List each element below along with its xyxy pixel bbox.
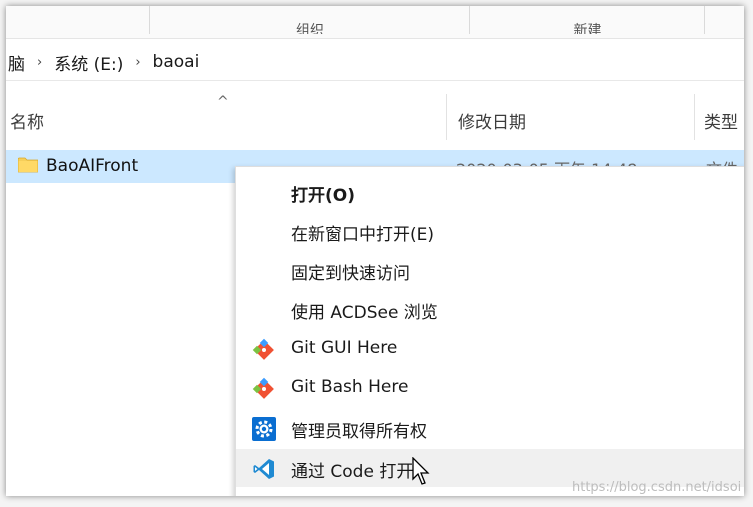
menu-item-label: 使用 ACDSee 浏览 (291, 303, 438, 323)
address-bar[interactable]: 脑 › 系统 (E:) › baoai (6, 44, 744, 81)
menu-item-label: 固定到快速访问 (291, 264, 410, 284)
vscode-icon (253, 459, 274, 479)
ribbon: 组织 新建 (6, 6, 744, 39)
file-name[interactable]: BaoAIFront (46, 156, 138, 176)
git-icon (252, 377, 274, 399)
column-name[interactable]: 名称 (10, 108, 44, 133)
cursor-icon (412, 457, 430, 485)
explorer-window: 组织 新建 脑 › 系统 (E:) › baoai ^ 名称 修改日期 类型 B… (6, 6, 744, 496)
menu-item-open[interactable]: 打开(O) (236, 173, 744, 211)
menu-item-acdsee[interactable]: 使用 ACDSee 浏览 (236, 290, 744, 328)
column-modified[interactable]: 修改日期 (458, 108, 526, 133)
menu-item-label: 通过 Code 打开 (291, 462, 414, 482)
menu-item-label: Git Bash Here (291, 377, 409, 397)
breadcrumb-root[interactable]: 脑 (8, 50, 25, 75)
ribbon-group-new-label: 新建 (573, 23, 602, 34)
menu-item-git-bash[interactable]: Git Bash Here (236, 369, 744, 407)
menu-item-take-ownership[interactable]: 管理员取得所有权 (236, 409, 744, 447)
menu-item-label: Git GUI Here (291, 338, 398, 358)
ribbon-group-organize[interactable]: 组织 (149, 6, 470, 34)
column-header: ^ 名称 修改日期 类型 (6, 94, 744, 140)
chevron-right-icon[interactable]: › (135, 55, 140, 70)
chevron-right-icon[interactable]: › (37, 55, 42, 70)
menu-item-label: 在新窗口中打开(E) (291, 225, 435, 245)
gear-icon (252, 417, 276, 441)
menu-item-open-new-window[interactable]: 在新窗口中打开(E) (236, 212, 744, 250)
column-divider[interactable] (694, 94, 695, 140)
ribbon-group-organize-label: 组织 (296, 23, 324, 34)
menu-item-git-gui[interactable]: Git GUI Here (236, 330, 744, 368)
context-menu: 打开(O) 在新窗口中打开(E) 固定到快速访问 使用 ACDSee 浏览 Gi… (235, 166, 744, 496)
breadcrumb-drive[interactable]: 系统 (E:) (54, 50, 123, 75)
column-type[interactable]: 类型 (704, 108, 738, 133)
menu-item-label: 打开(O) (291, 186, 355, 206)
menu-item-pin-quick-access[interactable]: 固定到快速访问 (236, 251, 744, 289)
sort-ascending-icon: ^ (217, 94, 229, 110)
ribbon-group-more[interactable] (704, 6, 744, 34)
breadcrumb-folder[interactable]: baoai (153, 52, 200, 72)
folder-icon (18, 157, 38, 173)
ribbon-group-new[interactable]: 新建 (469, 6, 705, 34)
column-divider[interactable] (446, 94, 447, 140)
watermark: https://blog.csdn.net/idsoi (572, 480, 742, 495)
git-icon (252, 338, 274, 360)
menu-item-label: 管理员取得所有权 (291, 422, 427, 442)
